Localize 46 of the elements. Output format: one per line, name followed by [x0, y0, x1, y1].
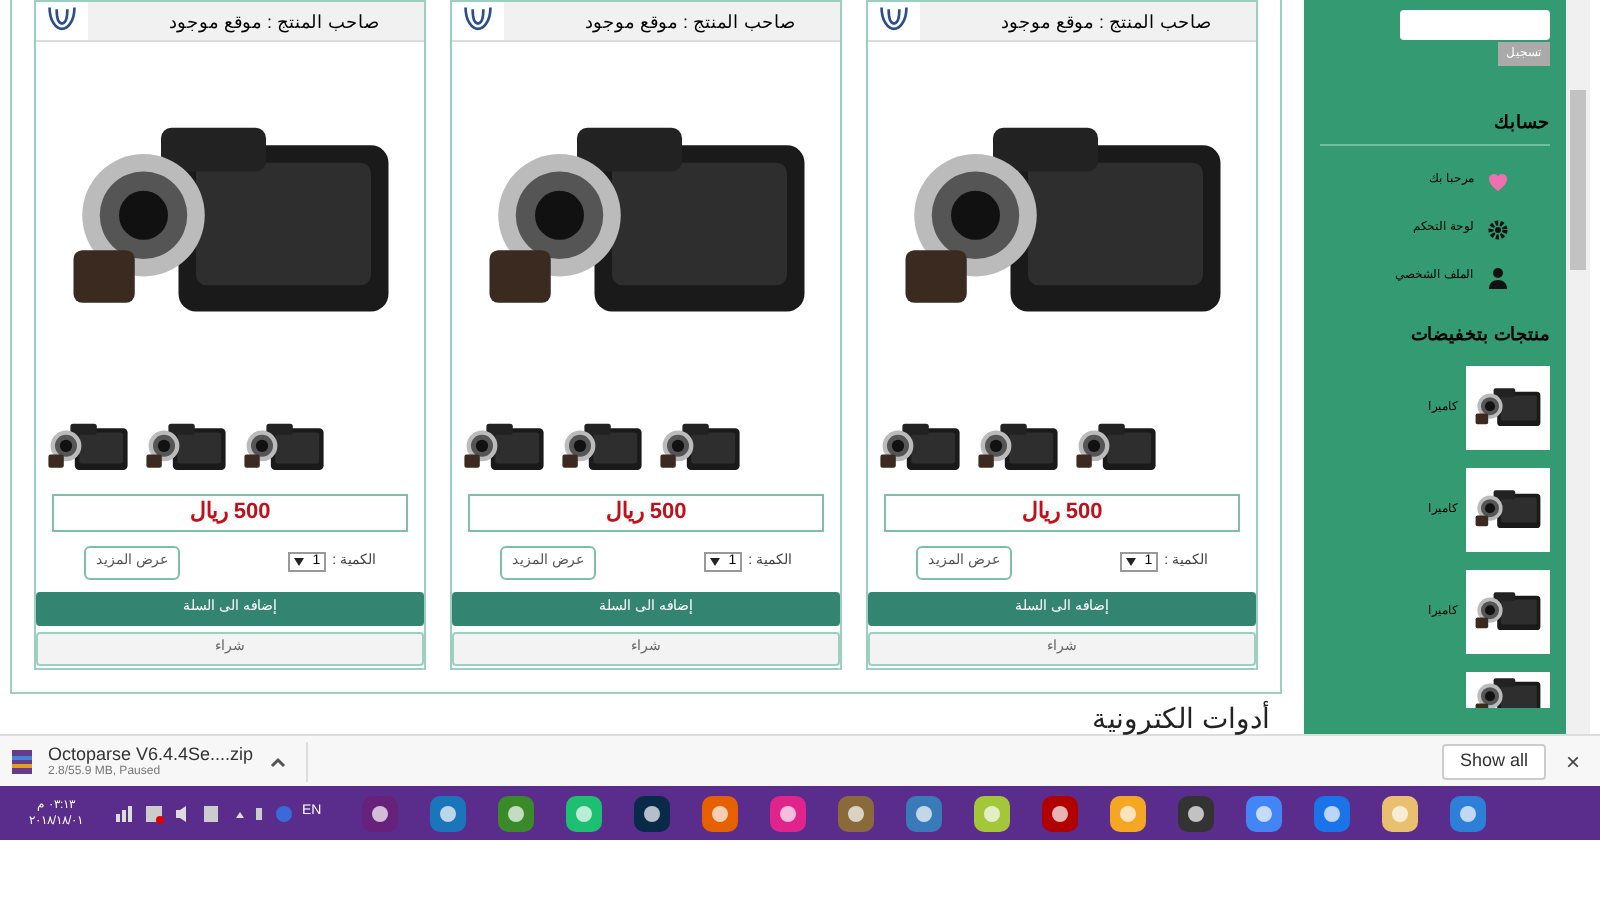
owner-label: صاحب المنتج : موقع موجود [920, 2, 1256, 40]
close-button[interactable]: × [1565, 743, 1580, 779]
taskbar-app-icon[interactable] [1377, 791, 1422, 835]
taskbar-app-icon[interactable] [901, 791, 946, 835]
store-logo-icon [44, 4, 80, 36]
taskbar-app-icon[interactable] [1105, 791, 1150, 835]
taskbar-app-icon[interactable] [1173, 791, 1218, 835]
taskbar-app-icon[interactable] [1309, 791, 1354, 835]
dropdown-caret-icon [294, 558, 305, 566]
discount-product-thumbnail[interactable] [1466, 366, 1550, 450]
taskbar-app-icon[interactable] [425, 791, 470, 835]
taskbar-app-icon[interactable] [357, 791, 402, 835]
gear-icon [1486, 217, 1510, 241]
taskbar-app-icon[interactable] [493, 791, 538, 835]
account-heading: حسابك [1320, 110, 1550, 145]
taskbar-app-icon[interactable] [561, 791, 606, 835]
discount-product-thumbnail[interactable] [1466, 672, 1550, 708]
username-field[interactable] [1400, 10, 1550, 40]
price-box: 500 ريال [52, 494, 408, 532]
taskbar-app-icon[interactable] [1241, 791, 1286, 835]
section-heading: أدوات الكترونية [1092, 702, 1270, 734]
heart-icon [1486, 169, 1510, 193]
owner-label: صاحب المنتج : موقع موجود [504, 2, 840, 40]
system-tray-icons[interactable] [116, 803, 296, 823]
price-box: 500 ريال [884, 494, 1240, 532]
user-icon [1486, 265, 1510, 289]
discounts-heading: منتجات بتخفيضات [1410, 321, 1550, 348]
dropdown-caret-icon [710, 558, 721, 566]
store-logo-icon [876, 4, 912, 36]
show-all-button[interactable]: Show all [1441, 743, 1546, 779]
taskbar-app-icon[interactable] [969, 791, 1014, 835]
download-file-name[interactable]: Octoparse V6.4.4Se....zip [48, 743, 254, 763]
taskbar-app-icon[interactable] [629, 791, 674, 835]
taskbar-app-icon[interactable] [765, 791, 810, 835]
discount-product-thumbnail[interactable] [1466, 468, 1550, 552]
archive-file-icon [8, 747, 36, 775]
taskbar-app-icon[interactable] [833, 791, 878, 835]
taskbar-app-icon[interactable] [1445, 791, 1490, 835]
discount-product-thumbnail[interactable] [1466, 570, 1550, 654]
dropdown-caret-icon [1126, 558, 1137, 566]
owner-label: صاحب المنتج : موقع موجود [88, 2, 424, 40]
taskbar-app-icon[interactable] [697, 791, 742, 835]
chevron-up-icon[interactable] [269, 755, 286, 767]
taskbar-app-icon[interactable] [1037, 791, 1082, 835]
price-box: 500 ريال [468, 494, 824, 532]
store-logo-icon [460, 4, 496, 36]
